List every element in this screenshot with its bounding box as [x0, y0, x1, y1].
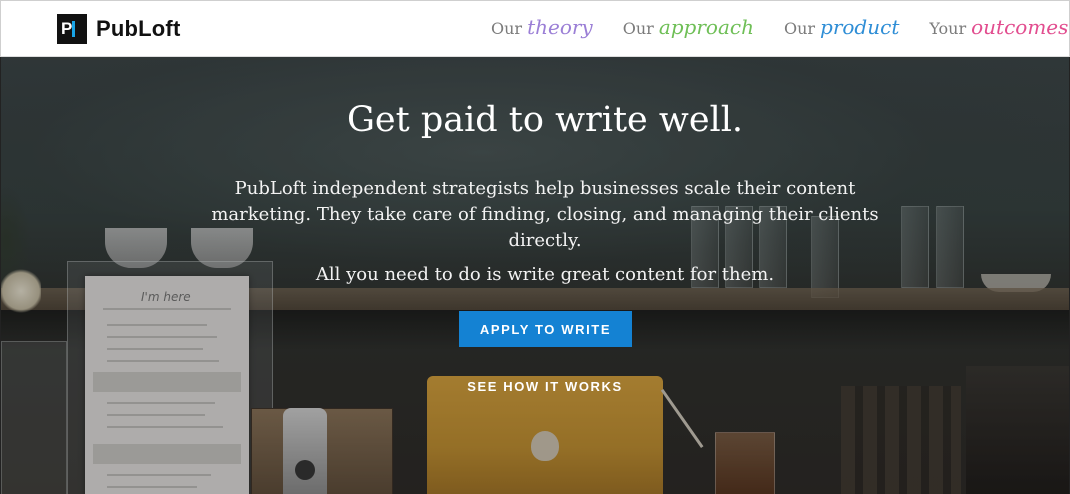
site-header: P PubLoft Our theory Our approach Our produ… [0, 0, 1070, 57]
nav-prefix: Our [622, 19, 654, 38]
nav-our-theory[interactable]: Our theory [491, 15, 593, 39]
hero-description: PubLoft independent strategists help bus… [211, 178, 879, 251]
logo-letter: P [61, 19, 73, 38]
nav-our-approach[interactable]: Our approach [623, 15, 754, 39]
publoft-logo[interactable]: P PubLoft [57, 14, 180, 44]
hero-tagline: All you need to do is write great conten… [315, 264, 775, 285]
nav-prefix: Our [783, 19, 816, 38]
hero-headline: Get paid to write well. [346, 100, 744, 140]
main-nav: Our theory Our approach Our product Your out… [491, 15, 1068, 39]
nav-prefix: Your [929, 19, 967, 38]
see-how-it-works-link[interactable]: SEE HOW IT WORKS [445, 379, 645, 394]
logo-icon: P [57, 14, 87, 44]
apply-to-write-button[interactable]: APPLY TO WRITE [459, 311, 632, 347]
nav-accent: theory [527, 15, 593, 39]
nav-our-product[interactable]: Our product [784, 15, 899, 39]
logo-bar [72, 21, 75, 37]
nav-accent: approach [658, 15, 754, 39]
nav-accent: product [820, 15, 900, 39]
nav-your-outcomes[interactable]: Your outcomes [929, 15, 1068, 39]
brand-name: PubLoft [96, 16, 181, 41]
nav-prefix: Our [491, 19, 523, 38]
nav-accent: outcomes [971, 15, 1069, 39]
